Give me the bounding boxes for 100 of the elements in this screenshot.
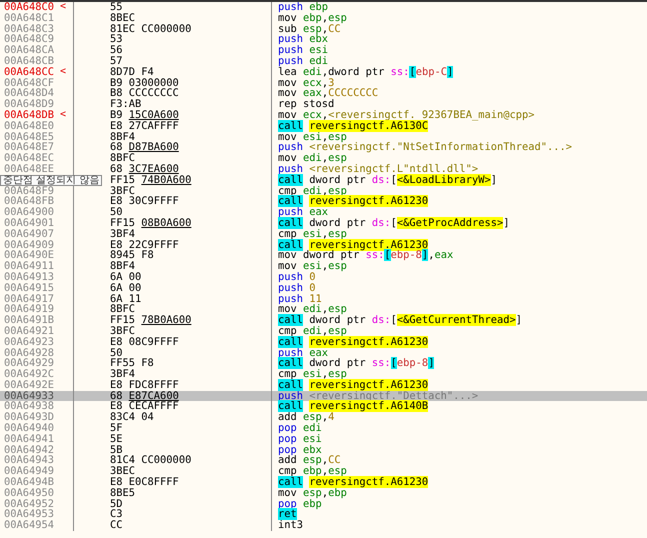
address-cell: 00A64953 xyxy=(4,509,54,520)
bytes-cell: 68 E87CA600 xyxy=(74,390,272,402)
instruction-cell[interactable]: call reversingctf.A6130C xyxy=(272,120,647,132)
address-cell: 00A6491B xyxy=(4,315,54,326)
address-cell: 00A648D9 xyxy=(4,99,54,110)
address-cell: 00A648CA xyxy=(4,45,54,56)
instruction-cell[interactable]: push eax xyxy=(272,207,647,218)
instruction-cell[interactable]: push ebx xyxy=(272,34,647,46)
instruction-cell[interactable]: int3 xyxy=(272,520,647,532)
address-cell: 00A64952 xyxy=(4,498,54,510)
breakpoint-marker: < xyxy=(60,110,66,121)
bytes-cell: 50 xyxy=(74,207,272,218)
address-cell: 00A648CC xyxy=(4,66,54,78)
instruction-cell[interactable]: push <reversingctf.L"ntdll.dll"> xyxy=(272,164,647,175)
address-cell: 00A64940 xyxy=(4,423,54,434)
bytes-cell: 57 xyxy=(74,56,272,67)
bytes-cell: CC xyxy=(74,520,272,532)
address-cell: 00A6492C xyxy=(4,369,54,380)
address-cell: 00A648C9 xyxy=(4,34,54,46)
instruction-cell[interactable]: cmp ebp,esp xyxy=(272,466,647,478)
address-cell: 00A64900 xyxy=(4,207,54,218)
instruction-cell[interactable]: push 0 xyxy=(272,282,647,294)
instruction-cell[interactable]: call reversingctf.A61230 xyxy=(272,477,647,488)
instruction-cell[interactable]: pop ebp xyxy=(272,498,647,510)
instruction-cell[interactable]: mov ebp,esp xyxy=(272,12,647,24)
bytes-cell: 8BFC xyxy=(74,304,272,316)
instruction-cell[interactable]: call dword ptr ds:[<&GetCurrentThread>] xyxy=(272,315,647,326)
bytes-cell: E8 CECAFFFF xyxy=(74,401,272,412)
address-cell: 00A648C0 xyxy=(4,2,54,13)
instruction-cell[interactable]: call reversingctf.A61230 xyxy=(272,336,647,348)
address-cell: 00A648F9 xyxy=(4,186,54,196)
bytes-cell: 8D7D F4 xyxy=(74,66,272,78)
instruction-cell[interactable]: cmp esi,esp xyxy=(272,369,647,380)
instruction-cell[interactable]: call reversingctf.A61230 xyxy=(272,196,647,208)
instruction-cell[interactable]: mov eax,CCCCCCCC xyxy=(272,88,647,100)
instruction-cell[interactable]: push esi xyxy=(272,45,647,56)
instruction-cell[interactable]: call reversingctf.A61230 xyxy=(272,380,647,391)
instruction-cell[interactable]: pop esi xyxy=(272,434,647,445)
instruction-cell[interactable]: call dword ptr ds:[<&LoadLibraryW>] xyxy=(272,174,647,186)
address-cell: 00A64921 xyxy=(4,326,54,337)
bytes-cell: 50 xyxy=(74,348,272,358)
instruction-cell[interactable]: call dword ptr ss:[ebp-8] xyxy=(272,358,647,370)
bytes-cell: B9 03000000 xyxy=(74,78,272,88)
address-cell: 00A648CF xyxy=(4,78,54,88)
bytes-cell: 5F xyxy=(74,423,272,434)
instruction-cell[interactable]: push 0 xyxy=(272,272,647,283)
instruction-cell[interactable]: ret xyxy=(272,509,647,520)
instruction-cell[interactable]: mov edi,esp xyxy=(272,304,647,316)
address-cell: 00A648D4 xyxy=(4,88,54,100)
instruction-cell[interactable]: mov edi,esp xyxy=(272,153,647,164)
instruction-cell[interactable]: push ebp xyxy=(272,2,647,13)
bytes-cell: 6A 00 xyxy=(74,282,272,294)
instruction-cell[interactable]: call reversingctf.A6140B xyxy=(272,401,647,412)
instruction-cell[interactable]: mov esi,esp xyxy=(272,261,647,272)
instruction-cell[interactable]: mov ecx,3 xyxy=(272,78,647,88)
bytes-cell: 5B xyxy=(74,444,272,456)
bytes-cell: 55 xyxy=(74,2,272,13)
bytes-cell: 5E xyxy=(74,434,272,445)
bytes-cell: F3:AB xyxy=(74,99,272,110)
instruction-cell[interactable]: push <reversingctf."Dettach"...> xyxy=(272,390,647,402)
address-cell: 00A648FB xyxy=(4,196,54,208)
address-cell: 00A64943 xyxy=(4,455,54,466)
address-cell: 00A64928 xyxy=(4,348,54,358)
address-cell: 00A648EE xyxy=(4,164,54,175)
instruction-cell[interactable]: sub esp,CC xyxy=(272,24,647,34)
instruction-cell[interactable]: mov ecx,<reversingctf._92367BEA_main@cpp> xyxy=(272,110,647,121)
instruction-cell[interactable]: pop ebx xyxy=(272,444,647,456)
instruction-cell[interactable]: call dword ptr ds:[<&GetProcAddress>] xyxy=(272,218,647,229)
breakpoint-marker: < xyxy=(60,2,66,13)
instruction-cell[interactable]: push edi xyxy=(272,56,647,67)
bytes-cell: 6A 11 xyxy=(74,294,272,304)
instruction-cell[interactable]: add esp,4 xyxy=(272,412,647,424)
instruction-cell[interactable]: cmp edi,esp xyxy=(272,326,647,337)
address-cell: 00A648E7 xyxy=(4,142,54,154)
tooltip: 중단점 설정되지 않음 xyxy=(0,175,102,186)
instruction-cell[interactable]: pop edi xyxy=(272,423,647,434)
bytes-cell: E8 E0C8FFFF xyxy=(74,477,272,488)
bytes-cell: E8 08C9FFFF xyxy=(74,336,272,348)
instruction-cell[interactable]: mov esi,esp xyxy=(272,132,647,142)
address-cell: 00A64919 xyxy=(4,304,54,316)
instruction-cell[interactable]: call reversingctf.A61230 xyxy=(272,240,647,250)
instruction-cell[interactable]: cmp esi,esp xyxy=(272,228,647,240)
instruction-cell[interactable]: rep stosd xyxy=(272,99,647,110)
bytes-cell: FF55 F8 xyxy=(74,358,272,370)
bytes-cell: 83C4 04 xyxy=(74,412,272,424)
bytes-cell: C3 xyxy=(74,509,272,520)
bytes-cell: 5D xyxy=(74,498,272,510)
instruction-cell[interactable]: mov dword ptr ss:[ebp-8],eax xyxy=(272,250,647,262)
address-cell: 00A6493D xyxy=(4,412,54,424)
address-cell: 00A64949 xyxy=(4,466,54,478)
instruction-cell[interactable]: mov esp,ebp xyxy=(272,488,647,499)
instruction-cell[interactable]: lea edi,dword ptr ss:[ebp-C] xyxy=(272,66,647,78)
instruction-cell[interactable]: push 11 xyxy=(272,294,647,304)
instruction-cell[interactable]: add esp,CC xyxy=(272,455,647,466)
instruction-cell[interactable]: push <reversingctf."NtSetInformationThread"...> xyxy=(272,142,647,154)
address-cell: 00A64929 xyxy=(4,358,54,370)
bytes-cell: 8BF4 xyxy=(74,132,272,142)
bytes-cell: 8BFC xyxy=(74,153,272,164)
instruction-cell[interactable]: push eax xyxy=(272,348,647,358)
breakpoint-marker: < xyxy=(60,66,66,78)
